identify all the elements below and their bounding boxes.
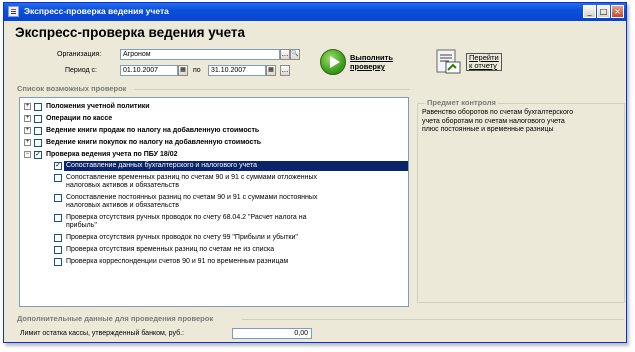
check-item-checkbox[interactable] (54, 214, 62, 222)
tree-group-item[interactable]: + Ведение книги продаж по налогу на добав… (20, 125, 408, 137)
main-window: Экспресс-проверка ведения учета _ □ × Эк… (3, 2, 627, 343)
page-title: Экспресс-проверка ведения учета (15, 25, 246, 40)
tree-check-item[interactable]: Проверка отсутствия ручных проводок по с… (20, 233, 408, 245)
expand-icon[interactable]: + (24, 115, 31, 122)
check-item-checkbox[interactable]: ✓ (54, 162, 62, 170)
group-checkbox[interactable] (34, 103, 42, 111)
organization-search-button[interactable]: 🔍 (290, 49, 300, 60)
tree-group-label: Ведение книги продаж по налогу на добавл… (46, 127, 260, 134)
subject-description: Равенство оборотов по счетам бухгалтерск… (422, 109, 622, 135)
check-item-checkbox[interactable] (54, 174, 62, 182)
run-check-line1: Выполнить (350, 53, 393, 62)
run-check-button[interactable]: Выполнить проверку (350, 53, 393, 71)
period-to-field[interactable]: 31.10.2007 (208, 65, 266, 76)
organization-field[interactable]: Агроном (120, 49, 280, 60)
group-checkbox[interactable] (34, 115, 42, 123)
checks-section-title: Список возможных проверок (17, 84, 127, 93)
tree-check-item[interactable]: Проверка отсутствия ручных проводок по с… (20, 213, 408, 233)
period-to-label: по (193, 67, 201, 74)
additional-section-divider (242, 319, 624, 320)
check-item-label: Сопоставление постоянных разниц по счета… (66, 194, 318, 201)
tree-check-item[interactable]: Сопоставление постоянных разниц по счета… (20, 193, 408, 213)
window-title: Экспресс-проверка ведения учета (24, 6, 169, 16)
additional-section-title: Дополнительные данные для проведения про… (17, 314, 214, 323)
check-item-label: Сопоставление данных бухгалтерского и на… (66, 162, 257, 169)
organization-select-button[interactable]: ... (280, 49, 290, 60)
check-item-label: Проверка корреспонденции счетов 90 и 91 … (66, 258, 289, 265)
maximize-button[interactable]: □ (597, 5, 610, 18)
check-item-checkbox[interactable] (54, 258, 62, 266)
tree-check-item[interactable]: ✓ Сопоставление данных бухгалтерского и н… (20, 161, 408, 173)
report-icon[interactable] (434, 48, 464, 76)
tree-group-label: Проверка ведения учета по ПБУ 18/02 (46, 151, 178, 158)
period-more-button[interactable]: ... (280, 65, 290, 76)
minimize-button[interactable]: _ (583, 5, 596, 18)
tree-group-label: Положения учетной политики (46, 103, 150, 110)
expand-icon[interactable]: + (24, 103, 31, 110)
check-item-label: Проверка отсутствия временных разниц по … (66, 246, 275, 253)
subject-line: Равенство оборотов по счетам бухгалтерск… (422, 109, 574, 116)
check-item-label: налоговых активов и обязательств (66, 202, 179, 209)
group-checkbox[interactable] (34, 139, 42, 147)
check-item-checkbox[interactable] (54, 234, 62, 242)
tree-group-item[interactable]: − ✓ Проверка ведения учета по ПБУ 18/02 (20, 149, 408, 161)
run-check-line2: проверку (350, 62, 385, 71)
check-item-label: налоговых активов и обязательств (66, 182, 179, 189)
check-item-label: Проверка отсутствия ручных проводок по с… (66, 214, 307, 221)
checks-section-divider (134, 89, 410, 90)
check-item-label: Проверка отсутствия ручных проводок по с… (66, 234, 298, 241)
tree-group-label: Ведение книги покупок по налогу на добав… (46, 139, 262, 146)
app-icon (8, 6, 19, 17)
check-item-checkbox[interactable] (54, 246, 62, 254)
check-item-checkbox[interactable] (54, 194, 62, 202)
calendar-to-button[interactable]: ▦ (266, 65, 276, 76)
period-label: Период с: (65, 67, 97, 74)
report-button[interactable]: Перейти к отчету (466, 53, 502, 71)
subject-line: учета оборотам по счетам налогового учет… (422, 117, 565, 125)
check-item-label: Сопоставление временных разниц по счетам… (66, 174, 317, 181)
close-button[interactable]: × (611, 5, 624, 18)
checks-tree[interactable]: + Положения учетной политики + Операции по … (19, 97, 409, 307)
subject-line: плюс постоянные и временные разницы (422, 126, 554, 133)
calendar-from-button[interactable]: ▦ (178, 65, 188, 76)
tree-check-item[interactable]: Сопоставление временных разниц по счетам… (20, 173, 408, 193)
title-bar[interactable]: Экспресс-проверка ведения учета _ □ × (4, 3, 626, 21)
group-checkbox[interactable] (34, 127, 42, 135)
organization-label: Организация: (57, 51, 102, 58)
subject-title: Предмет контроля (425, 98, 498, 107)
tree-check-item[interactable]: Проверка корреспонденции счетов 90 и 91 … (20, 257, 408, 269)
tree-group-item[interactable]: + Положения учетной политики (20, 101, 408, 113)
tree-check-item[interactable]: Проверка отсутствия временных разниц по … (20, 245, 408, 257)
expand-icon[interactable]: + (24, 139, 31, 146)
tree-group-label: Операции по кассе (46, 115, 113, 122)
run-check-icon[interactable] (320, 49, 346, 75)
cash-limit-label: Лимит остатка кассы, утвержденный банком… (20, 330, 184, 337)
expand-icon[interactable]: + (24, 127, 31, 134)
check-item-label: прибыль" (66, 222, 97, 229)
collapse-icon[interactable]: − (24, 151, 31, 158)
cash-limit-field[interactable]: 0,00 (232, 328, 312, 339)
tree-group-item[interactable]: + Ведение книги покупок по налогу на доба… (20, 137, 408, 149)
report-line2: к отчету (469, 61, 497, 70)
tree-group-item[interactable]: + Операции по кассе (20, 113, 408, 125)
group-checkbox[interactable]: ✓ (34, 151, 42, 159)
period-from-field[interactable]: 01.10.2007 (120, 65, 178, 76)
